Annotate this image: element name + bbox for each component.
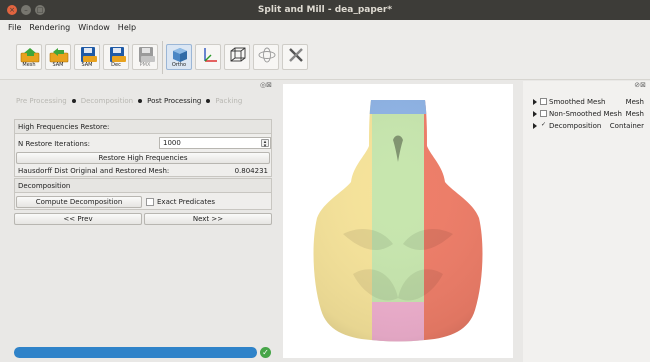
scene-tree-panel: ⊘⊠ Smoothed Mesh Mesh Non-Smoothed Mesh … (523, 81, 650, 362)
decomposition-title: Decomposition (15, 179, 271, 193)
visibility-checkbox[interactable] (540, 98, 547, 105)
step-packing: Packing (215, 97, 243, 105)
axes-icon (204, 48, 217, 62)
save-dec-icon (110, 47, 126, 62)
load-mesh-button[interactable]: Mesh (16, 44, 42, 70)
compute-decomposition-button[interactable]: Compute Decomposition (16, 196, 142, 208)
ortho-label: Ortho (171, 62, 187, 68)
menu-rendering[interactable]: Rendering (25, 20, 74, 35)
step-pre-processing: Pre Processing (16, 97, 67, 105)
ortho-cube-icon (173, 48, 187, 62)
restore-iterations-value: 1000 (163, 139, 181, 147)
wireframe-button[interactable] (224, 44, 250, 70)
tree-item-type: Mesh (625, 98, 644, 106)
restore-high-frequencies-button[interactable]: Restore High Frequencies (16, 152, 270, 164)
tree-item-non-smoothed-mesh[interactable]: Non-Smoothed Mesh Mesh (533, 109, 648, 119)
high-frequencies-group: High Frequencies Restore: N Restore Iter… (14, 119, 272, 177)
high-frequencies-title: High Frequencies Restore: (15, 120, 271, 134)
tree-item-name: Decomposition (549, 122, 602, 130)
visibility-checkbox[interactable] (540, 110, 547, 117)
restore-iterations-spinbox[interactable]: 1000 ▴ ▾ (159, 137, 271, 149)
save-dec-button[interactable]: Dec (103, 44, 129, 70)
shading-overlay (313, 100, 483, 342)
orbit-button[interactable] (253, 44, 279, 70)
step-separator-dot (138, 98, 143, 103)
tree-item-name: Non-Smoothed Mesh (549, 110, 622, 118)
load-sam-button[interactable]: SAM (45, 44, 71, 70)
right-dock-controls[interactable]: ⊘⊠ (634, 81, 646, 89)
menu-window[interactable]: Window (74, 20, 114, 35)
save-sam-button[interactable]: SAM (74, 44, 100, 70)
toolbar-separator (162, 41, 163, 74)
left-dock-controls[interactable]: ◎⊠ (260, 81, 272, 89)
decomposition-group: Decomposition Compute Decomposition Exac… (14, 178, 272, 210)
next-button[interactable]: Next >> (144, 213, 272, 225)
wizard-panel: ◎⊠ Pre Processing Decomposition Post Proce… (0, 81, 276, 362)
step-post-processing: Post Processing (147, 97, 202, 105)
menu-help[interactable]: Help (114, 20, 140, 35)
save-dec-label: Dec (111, 62, 121, 68)
step-separator-dot (206, 98, 211, 103)
3d-viewport[interactable] (283, 84, 513, 358)
hausdorff-label: Hausdorff Dist Original and Restored Mes… (18, 167, 170, 175)
menu-file[interactable]: File (0, 20, 25, 35)
status-ok-icon: ✓ (260, 347, 271, 358)
hausdorff-value: 0.804231 (234, 167, 268, 175)
spin-arrows-icon[interactable]: ▴ ▾ (261, 139, 269, 149)
save-pmx-button[interactable]: PMX (132, 44, 158, 70)
save-pmx-icon (139, 47, 155, 62)
exact-predicates-checkbox[interactable] (146, 198, 154, 206)
decomposed-mesh-render (313, 100, 483, 342)
mesh-load-icon (20, 48, 40, 63)
expand-arrow-icon[interactable] (533, 123, 537, 129)
wireframe-cube-icon (230, 47, 246, 62)
tools-button[interactable] (282, 44, 308, 70)
toolbar: Mesh SAM SAM Dec PMX Ortho (0, 35, 650, 80)
tree-item-name: Smoothed Mesh (549, 98, 606, 106)
tree-item-type: Mesh (625, 110, 644, 118)
menu-bar: File Rendering Window Help (0, 20, 650, 35)
prev-button[interactable]: << Prev (14, 213, 142, 225)
tree-item-type: Container (609, 122, 644, 130)
sam-load-icon (49, 48, 69, 63)
tree-item-decomposition[interactable]: ✓ Decomposition Container (533, 121, 648, 131)
step-separator-dot (71, 98, 76, 103)
save-sam-icon (81, 47, 97, 62)
expand-arrow-icon[interactable] (533, 111, 537, 117)
save-sam-label: SAM (81, 62, 93, 68)
ortho-toggle-button[interactable]: Ortho (166, 44, 192, 70)
title-bar: × – □ Split and Mill - dea_paper* (0, 0, 650, 20)
step-decomposition: Decomposition (80, 97, 134, 105)
orbit-icon (258, 47, 276, 63)
tree-item-smoothed-mesh[interactable]: Smoothed Mesh Mesh (533, 97, 648, 107)
wizard-steps: Pre Processing Decomposition Post Processi… (16, 97, 256, 107)
save-pmx-label: PMX (139, 62, 151, 68)
restore-iterations-label: N Restore Iterations: (18, 140, 90, 148)
window-title: Split and Mill - dea_paper* (257, 5, 393, 15)
visibility-checkbox-checked[interactable]: ✓ (540, 122, 547, 129)
progress-bar-fill (14, 347, 257, 358)
progress-bar (14, 347, 257, 358)
show-axes-button[interactable] (195, 44, 221, 70)
exact-predicates-label: Exact Predicates (157, 198, 216, 206)
load-sam-label: SAM (52, 62, 64, 68)
expand-arrow-icon[interactable] (533, 99, 537, 105)
load-mesh-label: Mesh (22, 62, 36, 68)
tools-icon (289, 48, 303, 62)
